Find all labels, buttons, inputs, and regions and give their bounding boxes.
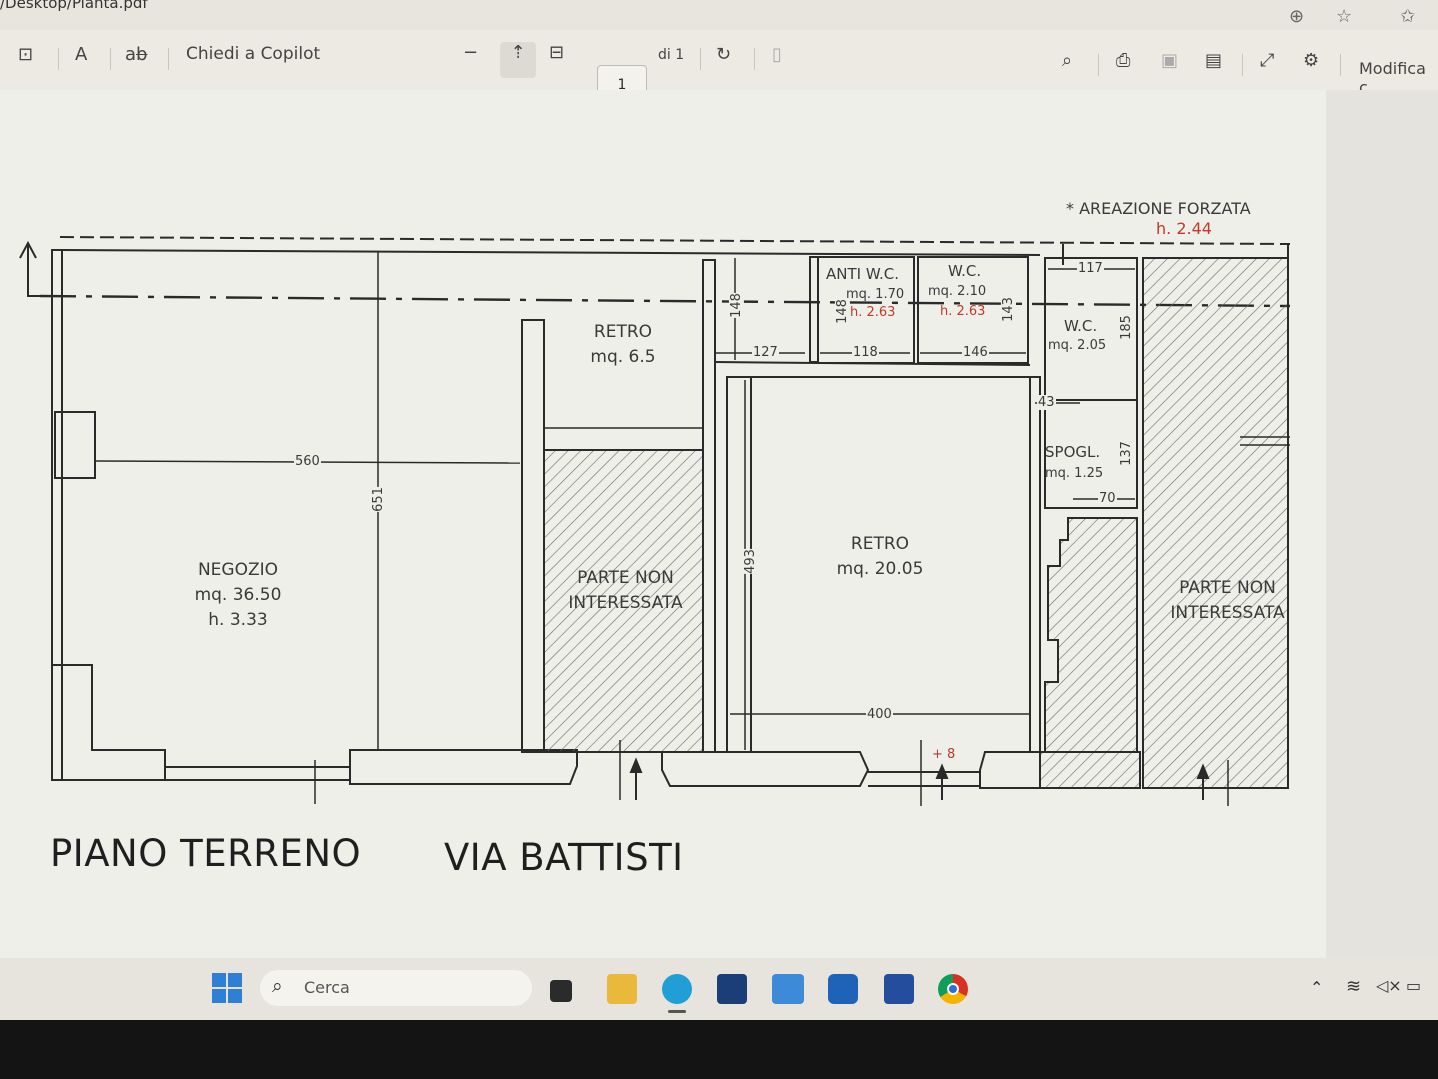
room-name: NEGOZIO xyxy=(197,560,279,580)
boundary-dashed xyxy=(59,236,1291,245)
dim-143: 143 xyxy=(1000,297,1016,322)
dim-400: 400 xyxy=(866,707,893,722)
room-wc1-label: W.C. mq. 2.10 h. 2.63 xyxy=(928,258,986,324)
room-area: mq. 2.10 xyxy=(928,284,987,299)
volume-mute-icon[interactable]: ◁× xyxy=(1376,976,1402,995)
battery-icon[interactable]: ▭ xyxy=(1406,976,1421,995)
room-height: h. 3.33 xyxy=(208,610,268,630)
wifi-icon[interactable]: ≋ xyxy=(1346,976,1361,997)
dim-148b: 148 xyxy=(834,299,850,324)
room-height: h. 2.63 xyxy=(940,304,986,319)
areazione-label: * AREAZIONE FORZATA xyxy=(1066,199,1251,218)
non-interessata-1: PARTE NON INTERESSATA xyxy=(548,566,703,616)
room-retro-big: RETRO mq. 20.05 xyxy=(820,532,940,582)
room-height: h. 2.63 xyxy=(850,305,896,320)
dim-651: 651 xyxy=(370,487,386,512)
room-name: W.C. xyxy=(1064,317,1098,335)
room-name: W.C. xyxy=(948,262,982,280)
dim-185: 185 xyxy=(1118,315,1134,340)
edge-icon[interactable] xyxy=(662,974,692,1004)
room-area: mq. 6.5 xyxy=(590,347,656,367)
task-view-icon[interactable] xyxy=(550,980,572,1002)
wall-top xyxy=(61,249,1041,256)
entrance-arrow-icon xyxy=(935,763,949,779)
wall-interior xyxy=(1029,376,1041,753)
dim-118: 118 xyxy=(852,345,879,360)
dim-493: 493 xyxy=(742,549,758,574)
room-name: RETRO xyxy=(850,534,910,554)
active-indicator xyxy=(668,1010,686,1013)
wall-wc xyxy=(809,256,819,363)
plan-title-left: PIANO TERRENO xyxy=(50,832,362,875)
floor-plan-drawing xyxy=(19,236,1291,806)
store-icon[interactable] xyxy=(717,974,747,1004)
label-line: PARTE NON xyxy=(577,568,674,588)
room-spogl-label: SPOGL. mq. 1.25 xyxy=(1045,442,1103,484)
dim-127: 127 xyxy=(752,345,779,360)
scanner-icon[interactable] xyxy=(884,974,914,1004)
label-line: INTERESSATA xyxy=(568,593,683,613)
non-interessata-2: PARTE NON INTERESSATA xyxy=(1150,576,1305,626)
laptop-bezel xyxy=(0,1020,1438,1079)
section-line xyxy=(39,294,1291,308)
room-name: ANTI W.C. xyxy=(826,265,899,283)
search-placeholder: Cerca xyxy=(304,978,350,997)
teamviewer-icon[interactable] xyxy=(828,974,858,1004)
room-area: mq. 36.50 xyxy=(194,585,282,605)
dim-137: 137 xyxy=(1118,441,1134,466)
dim-146: 146 xyxy=(962,345,989,360)
file-explorer-icon[interactable] xyxy=(607,974,637,1004)
wall-front xyxy=(979,751,1041,789)
room-wc2-label: W.C. mq. 2.05 xyxy=(1048,316,1106,356)
areazione-height: h. 2.44 xyxy=(1156,219,1212,238)
hatch-area-4 xyxy=(1039,751,1141,789)
wall-left xyxy=(51,249,63,781)
room-area: mq. 2.05 xyxy=(1048,338,1107,353)
search-icon: ⌕ xyxy=(272,975,283,997)
label-line: INTERESSATA xyxy=(1170,603,1285,623)
room-name: RETRO xyxy=(593,322,653,342)
wall-interior xyxy=(702,259,716,753)
wall-interior xyxy=(521,319,545,753)
room-area: mq. 1.25 xyxy=(1045,466,1104,481)
label-line: PARTE NON xyxy=(1179,578,1276,598)
room-area: mq. 20.05 xyxy=(836,559,924,579)
hatch-area-3 xyxy=(1142,257,1289,789)
dim-148a: 148 xyxy=(728,293,744,318)
dim-43: 43 xyxy=(1037,395,1056,410)
wall-front xyxy=(349,749,578,785)
wall-corner xyxy=(52,664,166,781)
dim-70: 70 xyxy=(1098,491,1117,506)
taskbar-search[interactable]: ⌕ Cerca xyxy=(260,970,532,1006)
dim-plus8: + 8 xyxy=(932,747,956,762)
room-negozio: NEGOZIO mq. 36.50 h. 3.33 xyxy=(178,558,298,633)
plan-title-right: VIA BATTISTI xyxy=(444,836,684,879)
app-icon[interactable] xyxy=(772,974,804,1004)
entrance-arrow-icon xyxy=(629,757,643,773)
taskbar: ⌕ Cerca ⌃ ≋ ◁× ▭ xyxy=(0,958,1438,1020)
room-retro-small: RETRO mq. 6.5 xyxy=(568,320,678,370)
room-name: SPOGL. xyxy=(1045,443,1101,461)
wall-front xyxy=(661,751,870,787)
chrome-icon[interactable] xyxy=(938,974,968,1004)
chevron-up-icon[interactable]: ⌃ xyxy=(1310,978,1323,997)
room-area: mq. 1.70 xyxy=(846,287,905,302)
dim-560: 560 xyxy=(294,454,321,469)
windows-start-icon[interactable] xyxy=(212,973,242,1003)
hatch-area-2 xyxy=(1044,517,1138,753)
dim-117: 117 xyxy=(1077,261,1104,276)
